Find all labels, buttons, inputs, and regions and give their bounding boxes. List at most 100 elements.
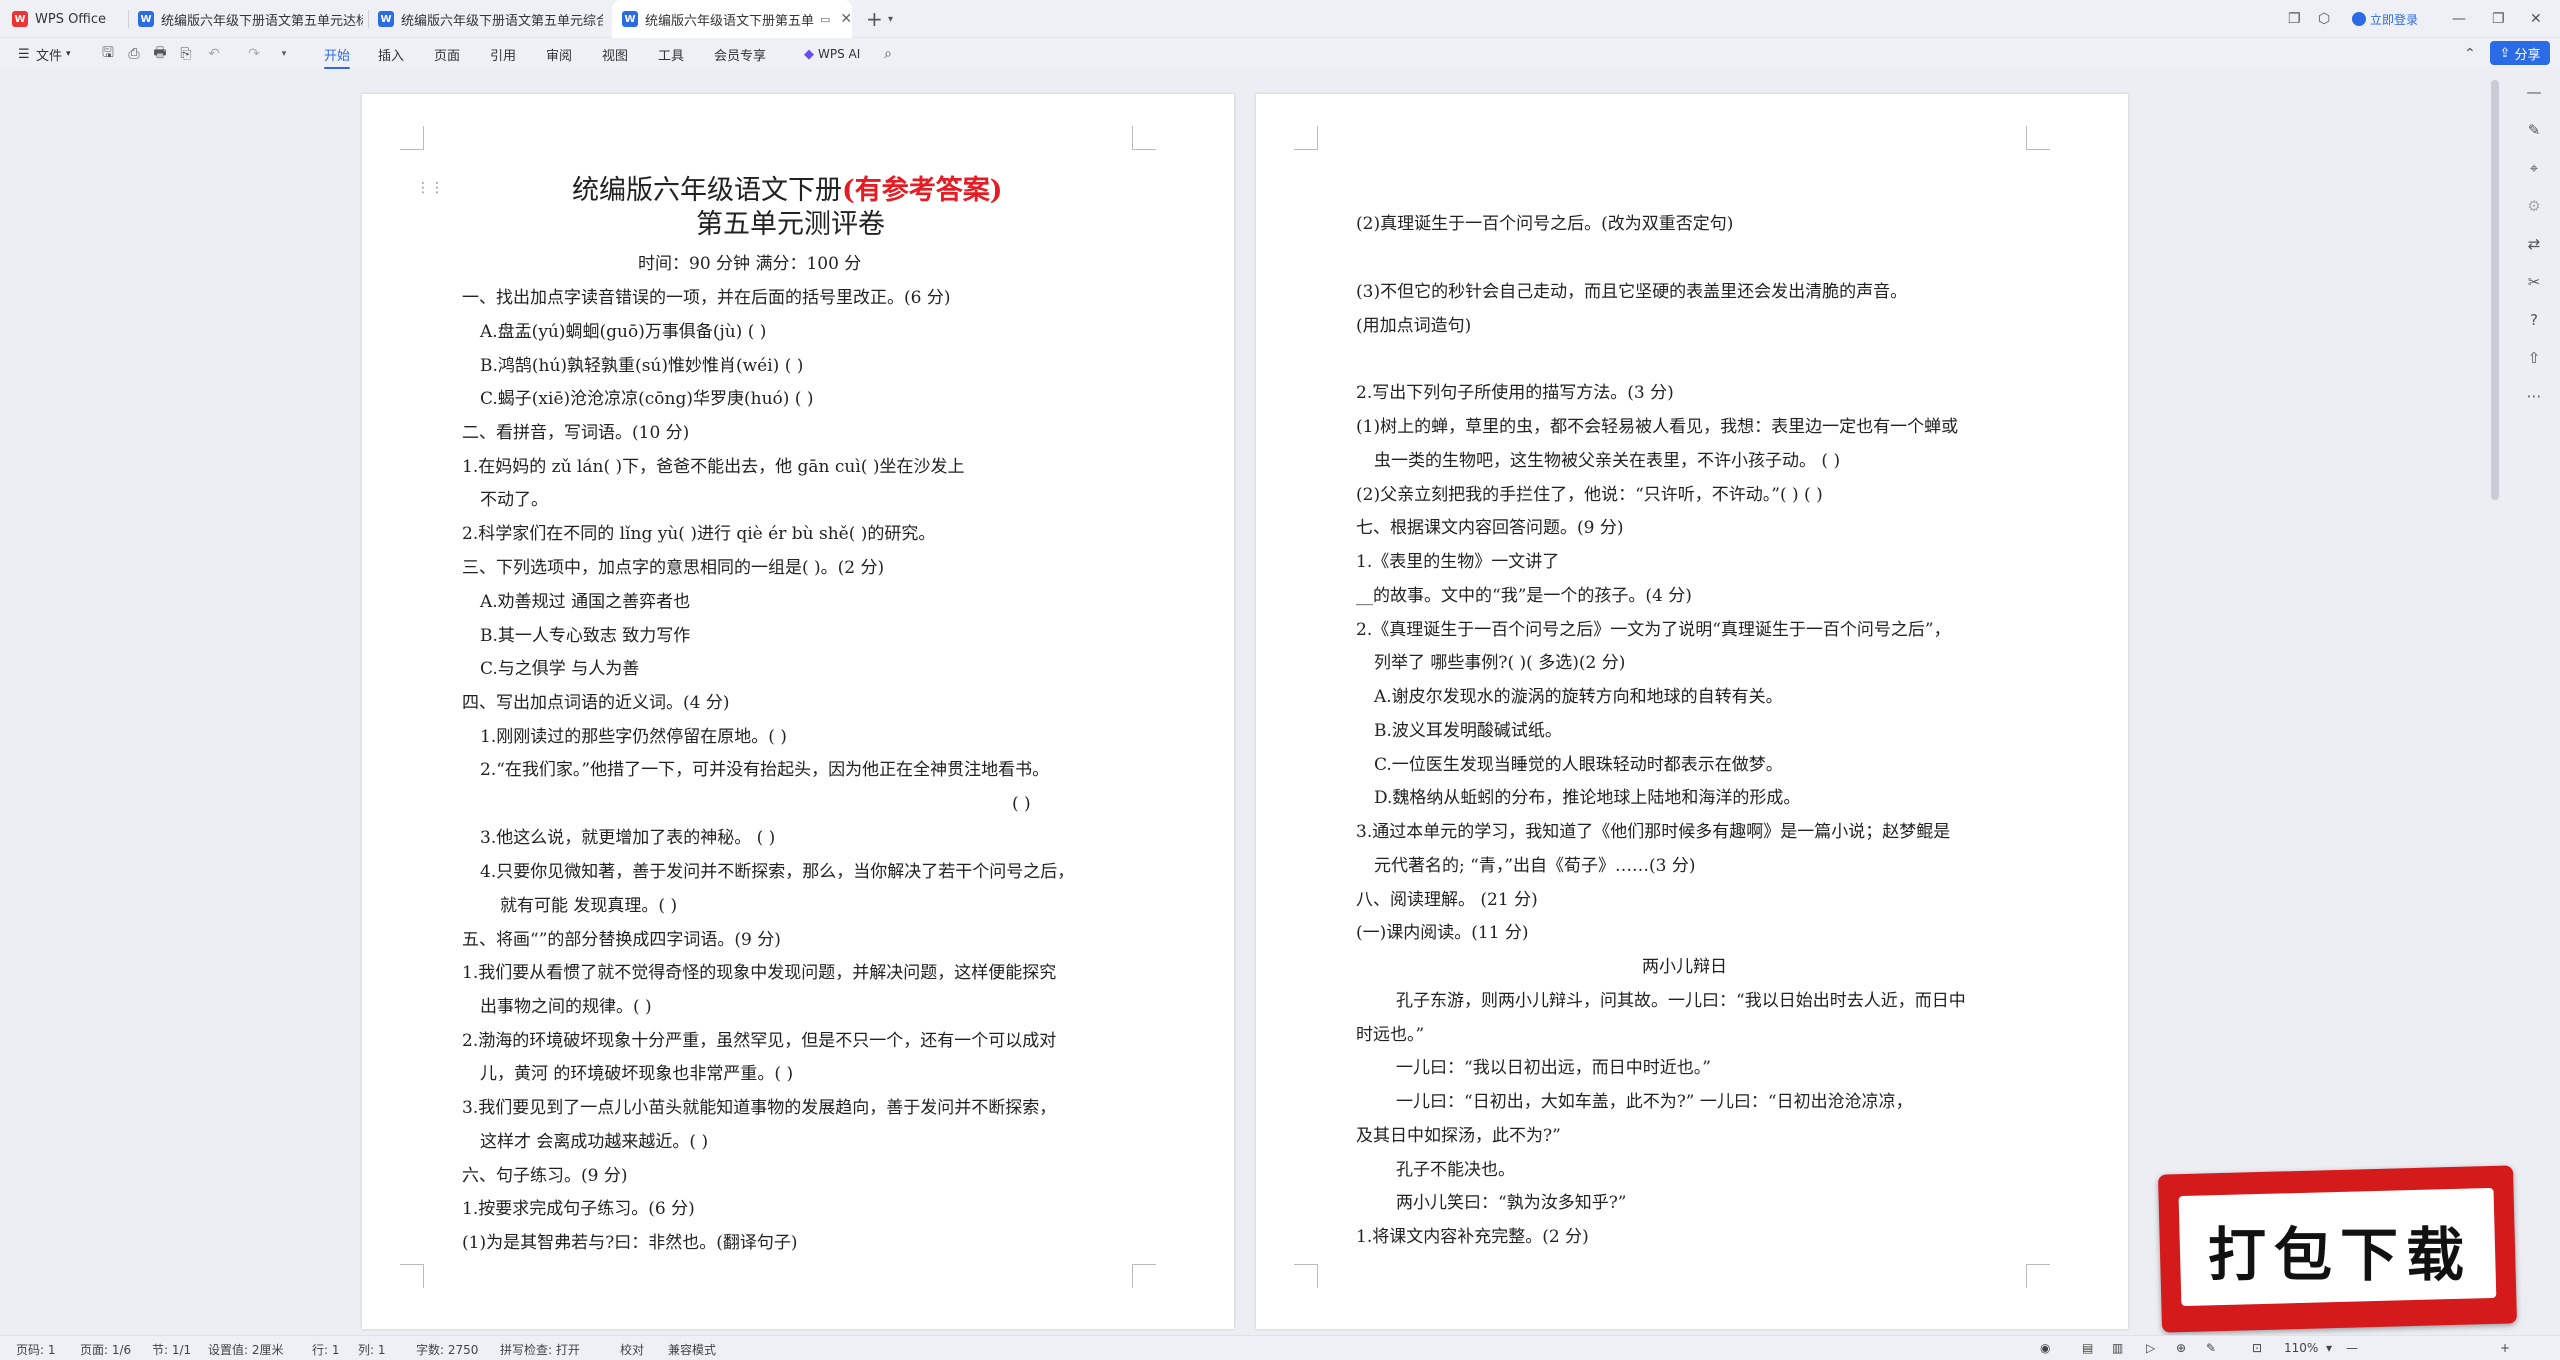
share-doc-icon[interactable]: ⇧ [2524,348,2544,368]
document-page-2[interactable]: (2)真理诞生于一百个问号之后。(改为双重否定句) (3)不但它的秒针会自己走动… [1256,94,2128,1329]
title-main: 统编版六年级语文下册 [572,175,842,206]
save-icon[interactable]: 🖫 [100,45,116,62]
menu-icon[interactable]: ☰ [18,44,30,64]
question-line: 1.将课文内容补充完整。(2 分) [1356,1227,1589,1247]
edit-icon[interactable]: ✎ [2206,1341,2216,1355]
tab-document-1[interactable]: W 统编版六年级下册语文第五单元达标 [138,0,363,38]
question-line: 2.《真理诞生于一百个问号之后》一文为了说明“真理诞生于一百个问号之后”， [1356,620,1951,640]
passage-line: 及其日中如探汤，此不为?” [1356,1126,1561,1146]
tab-insert[interactable]: 插入 [378,44,404,64]
zoom-out-icon[interactable]: — [2346,1341,2358,1355]
search-icon[interactable]: ⌕ [880,46,896,62]
share-label: 分享 [2514,47,2541,63]
passage-title: 两小儿辩日 [1642,957,1727,977]
cube-icon[interactable]: ⬡ [2318,10,2330,28]
title-answer-note: (有参考答案) [842,175,1003,206]
login-button[interactable]: 立即登录 [2352,10,2418,28]
question-line: (用加点词造句) [1356,316,1472,336]
question-line: (2)真理诞生于一百个问号之后。(改为双重否定句) [1356,214,1734,234]
share-button[interactable]: ⇪ 分享 [2490,41,2550,65]
chevron-down-icon[interactable]: ▾ [2326,1341,2332,1355]
question-line: (一)课内阅读。(11 分) [1356,923,1529,943]
tab-document-2[interactable]: W 统编版六年级下册语文第五单元综合 [378,0,603,38]
question-line: 八、阅读理解。 (21 分) [1356,890,1538,910]
question-line: 元代著名的; “青，”出自《荀子》……(3 分) [1374,856,1696,876]
settings-sliders-icon[interactable]: ⚙ [2524,196,2544,216]
close-tab-icon[interactable]: ✕ [840,11,852,27]
margin-corner [1132,126,1156,150]
question-line: (2)父亲立刻把我的手拦住了，他说：“只许听，不许动。”( ) ( ) [1356,485,1823,505]
maximize-icon[interactable]: ❐ [2492,10,2505,28]
chevron-down-icon[interactable]: ▾ [888,10,893,28]
chevron-down-icon[interactable]: ▾ [276,46,292,62]
tab-home[interactable]: 开始 [324,44,351,69]
page-subtitle: 第五单元测评卷 [696,209,885,240]
tools-icon[interactable]: ✂ [2524,272,2544,292]
more-icon[interactable]: ⋯ [2524,386,2544,406]
new-tab-icon[interactable]: + [866,7,883,31]
print-preview-icon[interactable]: ⎘ [178,46,194,62]
tab-label: 统编版六年级下册语文第五单元达标 [161,13,363,29]
tab-wps-office[interactable]: W WPS Office [12,0,132,38]
tab-page[interactable]: 页面 [434,44,460,64]
minimize-icon[interactable]: — [2452,10,2466,28]
status-page[interactable]: 页码: 1 [16,1341,56,1358]
question-line: (1)树上的蝉，草里的虫，都不会轻易被人看见，我想：表里边一定也有一个蝉或 [1356,417,1959,437]
web-view-icon[interactable]: ⊕ [2176,1341,2186,1355]
tab-label: 统编版六年级下册语文第五单元综合 [401,13,603,29]
status-spellcheck[interactable]: 拼写检查: 打开 [500,1341,580,1358]
collapse-icon[interactable]: — [2524,82,2544,102]
exam-info: 时间：90 分钟 满分：100 分 [638,254,862,274]
tab-member[interactable]: 会员专享 [714,44,766,64]
share-icon: ⇪ [2499,45,2511,61]
undo-icon[interactable]: ↶ [206,46,222,62]
status-col[interactable]: 列: 1 [358,1341,386,1358]
wps-logo-icon: W [12,11,28,27]
two-page-icon[interactable]: ▥ [2112,1341,2123,1355]
document-page-1[interactable]: ⋮⋮ 统编版六年级语文下册(有参考答案) 第五单元测评卷 时间：90 分钟 满分… [362,94,1234,1329]
wps-ai-button[interactable]: ◆ WPS AI [804,44,860,64]
status-pages[interactable]: 页面: 1/6 [80,1341,131,1358]
question-line: (3)不但它的秒针会自己走动，而且它坚硬的表盖里还会发出清脆的声音。 [1356,282,1908,302]
vertical-scrollbar[interactable] [2491,80,2499,500]
export-pdf-icon[interactable]: ⎙ [126,46,142,62]
status-row[interactable]: 行: 1 [312,1341,340,1358]
page-view-icon[interactable]: ▤ [2082,1341,2093,1355]
minimize-ribbon-icon[interactable]: ⌃ [2462,46,2478,62]
tab-reference[interactable]: 引用 [490,44,516,64]
status-compat: 兼容模式 [668,1343,717,1357]
help-icon[interactable]: ? [2524,310,2544,330]
status-proof[interactable]: 校对 [620,1341,644,1358]
tab-member-label: 会员专享 [714,48,767,64]
question-line: 2.“在我们家。”他措了一下，可并没有抬起头，因为他正在全神贯注地看书。 [480,760,1050,780]
question-line: 1.《表里的生物》一文讲了 [1356,552,1560,572]
status-section[interactable]: 节: 1/1 [152,1341,191,1358]
select-cursor-icon[interactable]: ⌖ [2524,158,2544,178]
tab-tools[interactable]: 工具 [658,44,684,64]
eye-icon[interactable]: ◉ [2040,1341,2050,1355]
tab-view[interactable]: 视图 [602,44,628,64]
question-line: 2.渤海的环境破坏现象十分严重，虽然罕见，但是不只一个，还有一个可以成对 [462,1031,1057,1051]
doc-icon: W [622,11,638,27]
pen-icon[interactable]: ✎ [2524,120,2544,140]
tab-review[interactable]: 审阅 [546,44,572,64]
zoom-level[interactable]: 110% [2284,1341,2318,1355]
question-line: ( ) [1012,794,1031,814]
window-layout-icon[interactable]: ❐ [2288,10,2301,28]
play-icon[interactable]: ▷ [2146,1341,2155,1355]
file-menu[interactable]: 文件 ▾ [36,44,71,64]
tab-document-3-active[interactable]: W 统编版六年级语文下册第五单 ▭ ✕ [612,0,852,38]
translate-icon[interactable]: ⇄ [2524,234,2544,254]
zoom-in-icon[interactable]: + [2500,1341,2510,1355]
question-line: 1.按要求完成句子练习。(6 分) [462,1199,695,1219]
margin-corner [2026,126,2050,150]
question-line: B.波义耳发明酸碱试纸。 [1374,721,1562,741]
drag-handle-icon[interactable]: ⋮⋮ [416,180,444,196]
banner-label[interactable]: 打包下载 [2195,1208,2485,1292]
fit-icon[interactable]: ⊡ [2252,1341,2262,1355]
redo-icon[interactable]: ↷ [246,46,262,62]
status-words[interactable]: 字数: 2750 [416,1341,478,1358]
status-setting[interactable]: 设置值: 2厘米 [208,1341,284,1358]
close-window-icon[interactable]: ✕ [2530,10,2542,28]
print-icon[interactable]: 🖶 [152,45,168,62]
